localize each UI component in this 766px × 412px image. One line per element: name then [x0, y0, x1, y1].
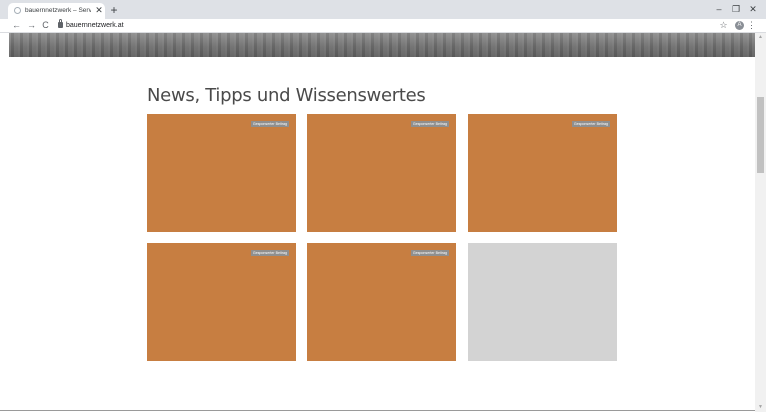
- tab-title: bauernnetzwerk – Serviceplattfo…: [25, 7, 91, 14]
- browser-menu-icon[interactable]: ⋮: [747, 20, 756, 31]
- sponsored-badge: Gesponserter Beitrag: [250, 121, 289, 127]
- browser-toolbar: ← → C bauernnetzwerk.at ☆ A ⋮: [0, 19, 766, 33]
- scrollbar-thumb[interactable]: [757, 97, 764, 173]
- reload-button[interactable]: C: [40, 20, 51, 31]
- maximize-button[interactable]: ❐: [729, 3, 743, 15]
- lock-icon: [58, 19, 63, 28]
- site-favicon-icon: [14, 7, 21, 14]
- sponsored-badge: Gesponserter Beitrag: [410, 121, 449, 127]
- tab-close-icon[interactable]: ✕: [94, 5, 104, 15]
- page-scrollbar[interactable]: ▲ ▼: [755, 33, 766, 412]
- scroll-down-icon[interactable]: ▼: [755, 403, 766, 412]
- address-bar[interactable]: bauernnetzwerk.at: [66, 20, 124, 31]
- news-card-placeholder: [468, 243, 617, 361]
- scroll-up-icon[interactable]: ▲: [755, 33, 766, 42]
- section-heading: News, Tipps und Wissenswertes: [147, 85, 426, 106]
- news-card[interactable]: Gesponserter Beitrag: [147, 243, 296, 361]
- browser-tab[interactable]: bauernnetzwerk – Serviceplattfo… ✕: [8, 3, 105, 19]
- sponsored-badge: Gesponserter Beitrag: [571, 121, 610, 127]
- sponsored-badge: Gesponserter Beitrag: [410, 250, 449, 256]
- hero-image: [9, 33, 755, 57]
- forward-button[interactable]: →: [26, 20, 37, 31]
- browser-tab-bar: bauernnetzwerk – Serviceplattfo… ✕ + – ❐…: [0, 0, 766, 19]
- news-card[interactable]: Gesponserter Beitrag: [468, 114, 617, 232]
- back-button[interactable]: ←: [11, 20, 22, 31]
- news-card[interactable]: Gesponserter Beitrag: [147, 114, 296, 232]
- bookmark-star-icon[interactable]: ☆: [718, 20, 729, 31]
- sponsored-badge: Gesponserter Beitrag: [250, 250, 289, 256]
- page-viewport: News, Tipps und Wissenswertes Gesponsert…: [0, 33, 766, 412]
- page-divider: [0, 410, 755, 411]
- news-card[interactable]: Gesponserter Beitrag: [307, 114, 456, 232]
- close-window-button[interactable]: ✕: [746, 3, 760, 15]
- new-tab-button[interactable]: +: [108, 4, 120, 16]
- news-card[interactable]: Gesponserter Beitrag: [307, 243, 456, 361]
- minimize-button[interactable]: –: [712, 3, 726, 15]
- profile-avatar[interactable]: A: [735, 21, 744, 30]
